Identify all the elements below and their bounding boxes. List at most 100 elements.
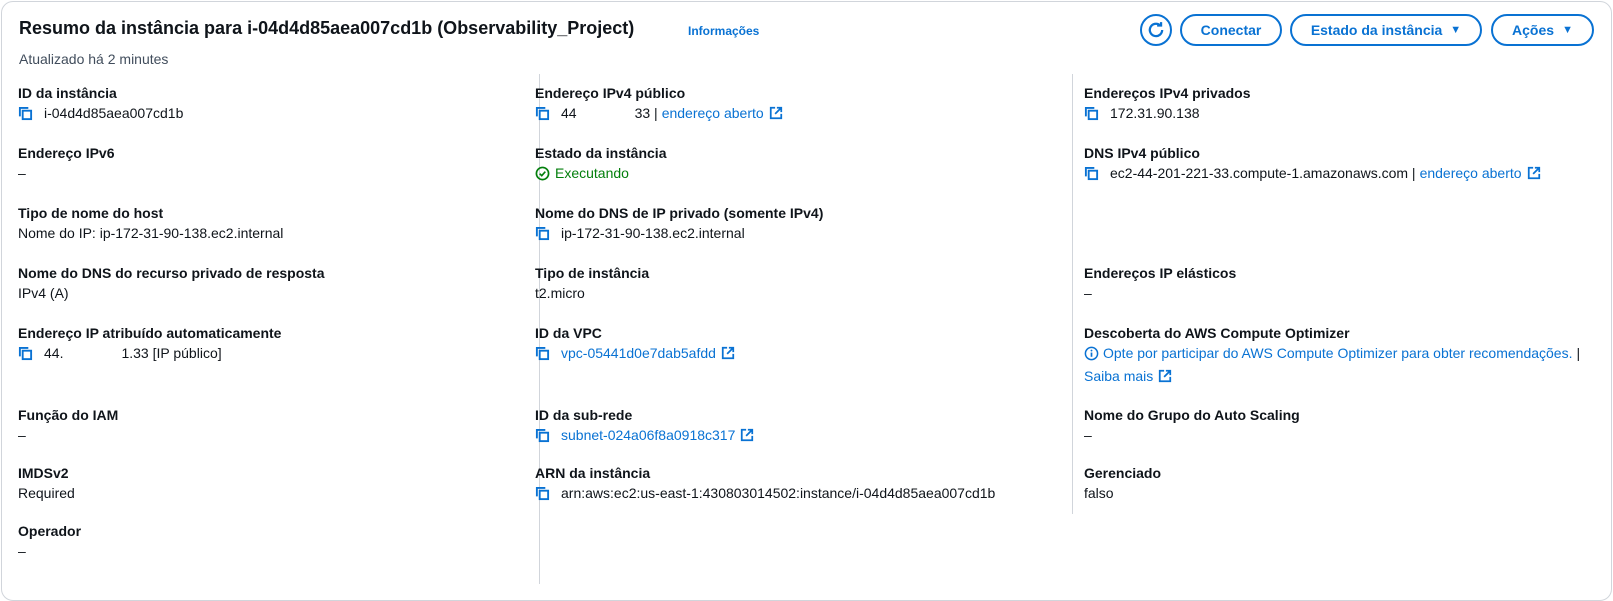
copy-icon[interactable] [1084,104,1104,122]
field-label: DNS IPv4 público [1084,145,1200,161]
copy-icon[interactable] [535,344,555,362]
field-hostname-type: Tipo de nome do host Nome do IP: ip-172-… [18,204,283,242]
copy-icon[interactable] [535,484,555,502]
copy-icon[interactable] [535,104,555,122]
external-link-icon[interactable] [721,346,735,360]
field-private-dns-name: Nome do DNS de IP privado (somente IPv4)… [535,204,823,242]
arn-value: arn:aws:ec2:us-east-1:430803014502:insta… [561,485,996,501]
field-elastic-ip: Endereços IP elásticos – [1084,264,1236,302]
copy-icon[interactable] [18,344,38,362]
public-ipv4-value-end: 33 | [634,105,658,121]
elastic-ip-value: – [1084,285,1092,301]
public-ipv4-value-start: 44 [561,105,577,121]
imdsv2-value: Required [18,485,75,501]
refresh-icon [1147,21,1165,39]
hostname-type-value: Nome do IP: ip-172-31-90-138.ec2.interna… [18,225,284,241]
field-label: Endereço IPv4 público [535,85,686,101]
field-label: ARN da instância [535,465,651,481]
field-label: Endereços IPv4 privados [1084,85,1251,101]
instance-summary-panel: Resumo da instância para i-04d4d85aea007… [1,1,1612,601]
external-link-icon[interactable] [1527,166,1541,180]
opt-in-optimizer-link[interactable]: Opte por participar do AWS Compute Optim… [1103,344,1572,362]
external-link-icon[interactable] [740,428,754,442]
instance-state-button-label: Estado da instância [1310,22,1443,38]
caret-down-icon: ▼ [1562,23,1573,36]
private-dns-name-value: ip-172-31-90-138.ec2.internal [561,225,745,241]
field-label: IMDSv2 [18,465,69,481]
private-dns-response-value: IPv4 (A) [18,285,69,301]
field-label: ID da sub-rede [535,407,633,423]
field-operator: Operador – [18,522,81,560]
iam-role-value: – [18,427,26,443]
field-label: Tipo de nome do host [18,205,164,221]
field-instance-type: Tipo de instância t2.micro [535,264,649,302]
info-icon [1084,346,1099,361]
field-label: Endereços IP elásticos [1084,265,1237,281]
refresh-button[interactable] [1140,14,1172,46]
field-label: Endereço IPv6 [18,145,115,161]
separator: | [1576,345,1581,361]
learn-more-link[interactable]: Saiba mais [1084,367,1153,385]
field-label: Descoberta do AWS Compute Optimizer [1084,325,1350,341]
actions-button-label: Ações [1512,22,1555,38]
operator-value: – [18,543,26,559]
field-subnet-id: ID da sub-rede subnet-024a06f8a0918c317 [535,406,754,444]
managed-value: falso [1084,485,1114,501]
field-instance-state: Estado da instância Executando [535,144,666,182]
field-managed: Gerenciado falso [1084,464,1161,502]
subnet-id-link[interactable]: subnet-024a06f8a0918c317 [561,426,735,444]
private-ipv4-value: 172.31.90.138 [1110,105,1200,121]
external-link-icon[interactable] [1158,369,1172,383]
field-ipv6: Endereço IPv6 – [18,144,115,182]
field-label: Gerenciado [1084,465,1162,481]
field-auto-scaling-group: Nome do Grupo do Auto Scaling – [1084,406,1300,444]
field-arn: ARN da instância arn:aws:ec2:us-east-1:4… [535,464,995,502]
copy-icon[interactable] [535,224,555,242]
field-compute-optimizer: Descoberta do AWS Compute Optimizer Opte… [1084,324,1580,385]
field-label: Endereço IP atribuído automaticamente [18,325,282,341]
field-private-dns-response: Nome do DNS do recurso privado de respos… [18,264,325,302]
auto-ip-value-start: 44. [44,345,64,361]
field-label: Tipo de instância [535,265,650,281]
field-public-dns: DNS IPv4 público ec2-44-201-221-33.compu… [1084,144,1541,182]
info-link[interactable]: Informações [688,24,759,38]
connect-button-label: Conectar [1200,22,1262,38]
auto-ip-value-end: 1.33 [IP público] [121,345,222,361]
column-divider [1072,74,1073,514]
field-label: ID da instância [18,85,117,101]
open-address-link[interactable]: endereço aberto [662,104,764,122]
field-vpc-id: ID da VPC vpc-05441d0e7dab5afdd [535,324,735,362]
field-label: Nome do DNS do recurso privado de respos… [18,265,325,281]
caret-down-icon: ▼ [1450,23,1462,36]
connect-button[interactable]: Conectar [1180,14,1282,46]
external-link-icon[interactable] [769,106,783,120]
check-circle-icon [535,166,550,181]
public-dns-value: ec2-44-201-221-33.compute-1.amazonaws.co… [1110,165,1416,181]
copy-icon[interactable] [18,104,38,122]
page-title: Resumo da instância para i-04d4d85aea007… [19,18,635,38]
field-imdsv2: IMDSv2 Required [18,464,75,502]
ipv6-value: – [18,165,26,181]
field-private-ipv4: Endereços IPv4 privados 172.31.90.138 [1084,84,1251,122]
field-label: ID da VPC [535,325,602,341]
field-label: Estado da instância [535,145,667,161]
instance-state-value: Executando [555,165,629,181]
open-address-link[interactable]: endereço aberto [1420,164,1522,182]
field-instance-id: ID da instância i-04d4d85aea007cd1b [18,84,183,122]
instance-id-value: i-04d4d85aea007cd1b [44,105,184,121]
vpc-id-link[interactable]: vpc-05441d0e7dab5afdd [561,344,716,362]
actions-button[interactable]: Ações ▼ [1491,14,1594,46]
instance-state-button[interactable]: Estado da instância ▼ [1290,14,1482,46]
copy-icon[interactable] [1084,164,1104,182]
copy-icon[interactable] [535,426,555,444]
asg-value: – [1084,427,1092,443]
field-label: Função do IAM [18,407,119,423]
field-iam-role: Função do IAM – [18,406,118,444]
instance-type-value: t2.micro [535,285,585,301]
field-label: Nome do Grupo do Auto Scaling [1084,407,1300,423]
field-label: Nome do DNS de IP privado (somente IPv4) [535,205,824,221]
field-auto-ip: Endereço IP atribuído automaticamente 44… [18,324,281,362]
updated-timestamp: Atualizado há 2 minutes [19,51,169,67]
field-label: Operador [18,523,82,539]
field-public-ipv4: Endereço IPv4 público 44 33 | endereço a… [535,84,783,122]
